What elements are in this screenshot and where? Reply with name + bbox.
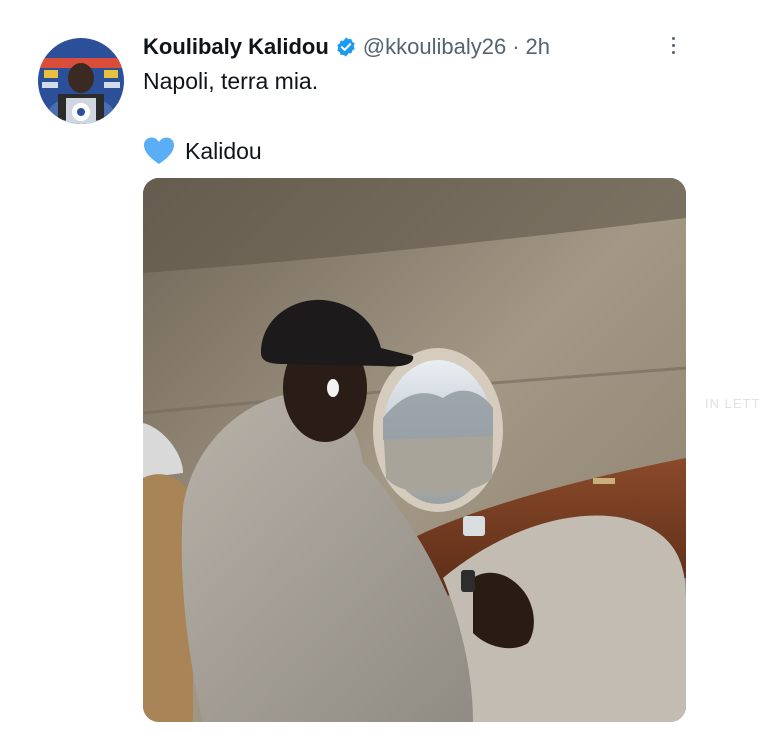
author-name[interactable]: Koulibaly Kalidou	[143, 34, 329, 60]
tweet-header: Koulibaly Kalidou @kkoulibaly26 · 2h	[143, 32, 550, 62]
more-options-icon[interactable]	[662, 32, 684, 58]
tweet-text: Napoli, terra mia.	[143, 68, 319, 94]
signature-text: Kalidou	[185, 137, 262, 164]
tweet-signature: Kalidou	[143, 136, 262, 166]
verified-badge-icon	[335, 36, 357, 58]
author-handle[interactable]: @kkoulibaly26	[363, 34, 506, 60]
watermark-text: IN LETT	[705, 396, 761, 411]
blue-heart-icon	[143, 136, 175, 166]
author-avatar[interactable]	[38, 38, 124, 124]
tweet-timestamp[interactable]: 2h	[526, 34, 550, 60]
header-separator: ·	[512, 34, 520, 59]
airplane-window-photo	[143, 178, 686, 722]
avatar-image	[38, 38, 124, 124]
tweet-photo[interactable]	[143, 178, 686, 722]
